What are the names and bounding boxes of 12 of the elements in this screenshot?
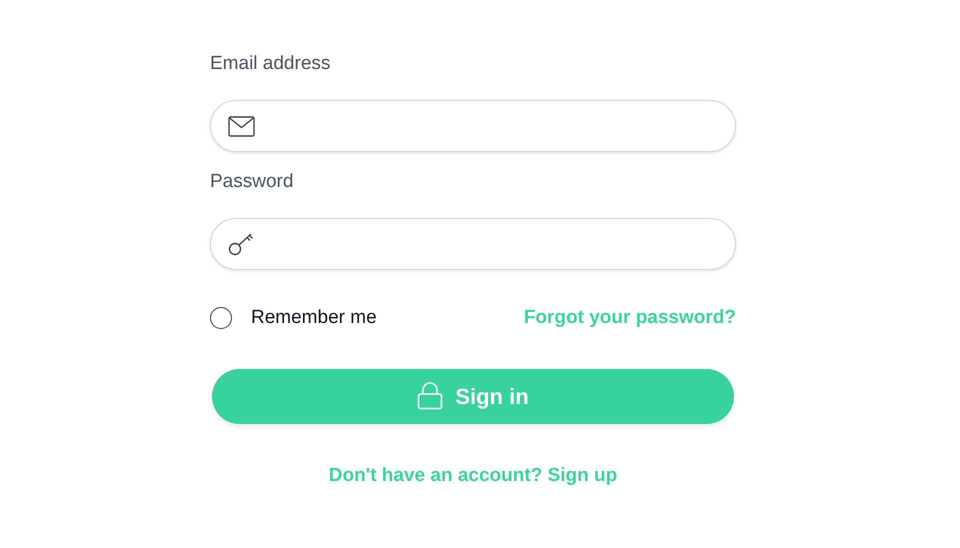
envelope-icon	[228, 116, 255, 136]
remember-label: Remember me	[251, 306, 377, 330]
lock-icon	[417, 382, 444, 410]
field-label: Email address	[210, 52, 332, 76]
email-field[interactable]	[210, 100, 736, 152]
password-field[interactable]	[210, 218, 736, 270]
remember-checkbox[interactable]	[210, 307, 232, 330]
forgot-password-link[interactable]: Forgot your password?	[524, 304, 736, 332]
sign-in-button[interactable]: Sign in	[212, 368, 734, 424]
key-icon	[228, 232, 255, 256]
sign-up-link[interactable]: Don't have an account? Sign up	[328, 462, 618, 490]
field-label: Password	[210, 170, 294, 194]
